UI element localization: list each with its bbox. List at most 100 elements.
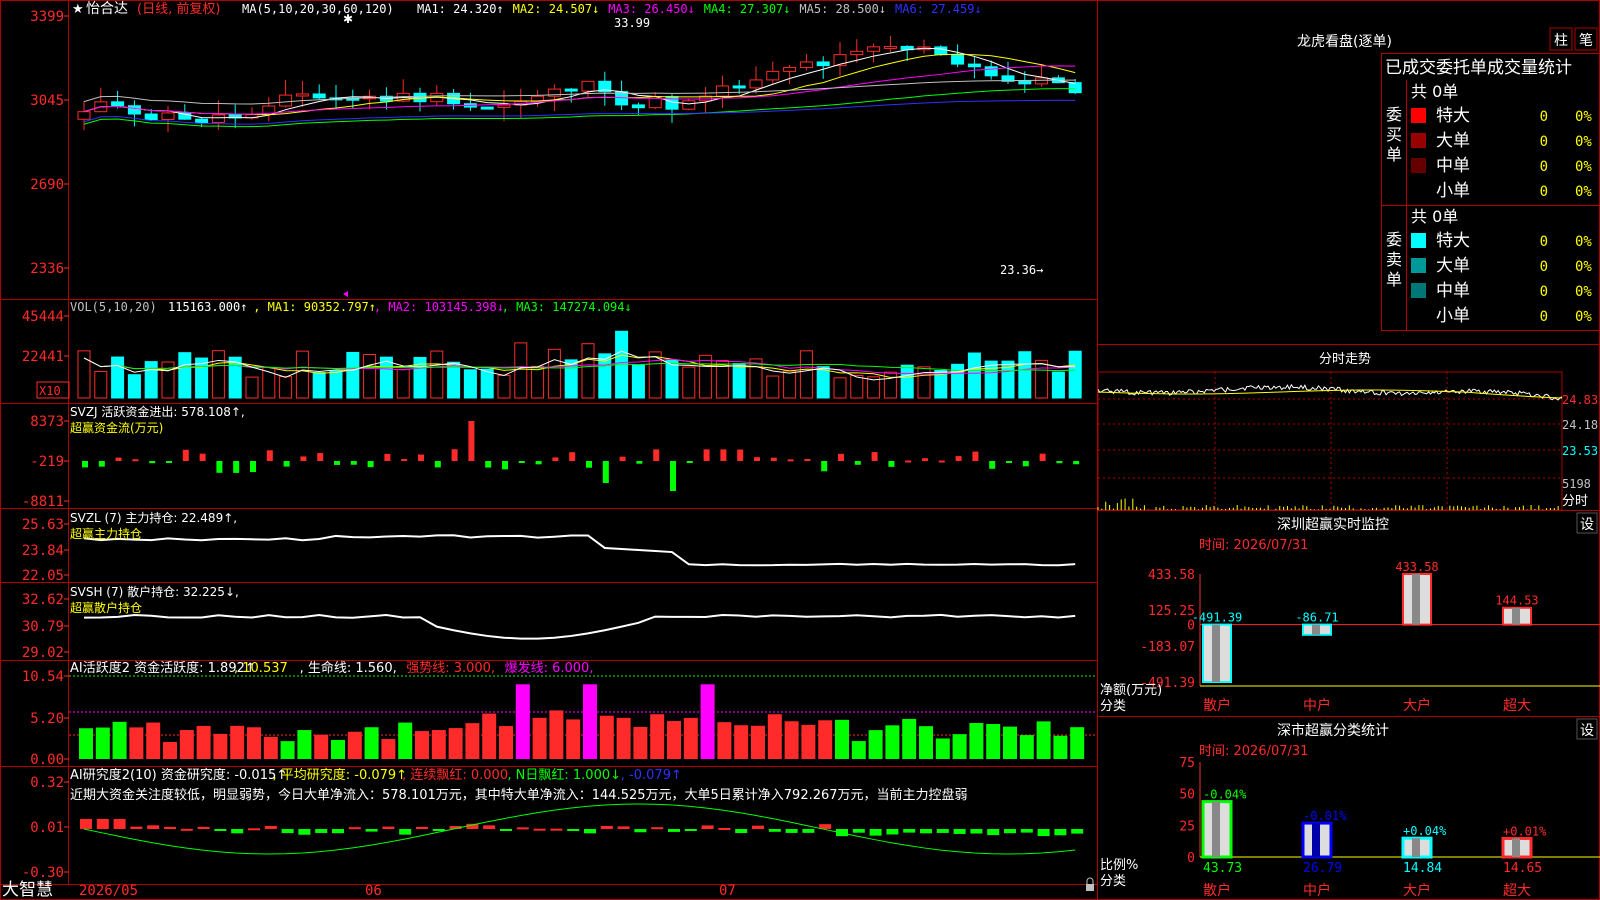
svzj-panel[interactable]: 8373 -219 -8811 SVZJ 活跃资金进出: 578.108↑, 超赢资…: [22, 404, 1080, 510]
vol-value-3: , MA3: 147274.094↓: [502, 300, 632, 314]
sell-row-count-3: 0: [1540, 309, 1548, 325]
svzj-tick-1: -219: [30, 454, 64, 470]
app-logo[interactable]: 大智慧: [2, 880, 53, 900]
classify-stats-panel[interactable]: 深市超赢分类统计 设 时间: 2026/07/31 75 50 25 0 -0.04% 4…: [1100, 718, 1600, 899]
ar-bar-26: [516, 827, 529, 830]
ar-bar-30: [584, 829, 596, 834]
sell-side-label-0: 委: [1386, 230, 1402, 249]
svzj-bar-9: [233, 461, 240, 473]
ai-research-panel[interactable]: 0.32 0.01 -0.30 AI研究度2(10) 资金研究度: -0.015↑,…: [22, 767, 1084, 881]
ar-bar-56: [1020, 829, 1033, 833]
volume-bar-26: [514, 342, 528, 399]
ar-bar-12: [281, 829, 294, 834]
volume-bar-16: [346, 351, 360, 399]
intraday-price-line: [1097, 383, 1563, 401]
monitor-bar-label-3: 144.53: [1495, 594, 1538, 608]
svzl-panel[interactable]: 25.6323.8422.05 SVZL (7) 主力持仓: 22.489↑, …: [22, 510, 1076, 584]
svzj-bar-1: [98, 461, 105, 467]
sell-row-pct-0: 0%: [1575, 234, 1592, 250]
monitor-bar-label-2: 433.58: [1395, 560, 1438, 574]
svzj-bar-7: [199, 453, 206, 461]
lock-icon[interactable]: [1086, 884, 1094, 891]
svzj-bar-53: [972, 451, 979, 461]
sell-row-name-3: 小单: [1436, 306, 1470, 326]
svzj-bar-28: [552, 457, 559, 461]
ar-bar-15: [332, 829, 344, 834]
ai-bar-49: [902, 718, 917, 759]
svzj-bar-30: [586, 461, 592, 468]
sell-row-pct-1: 0%: [1575, 259, 1592, 275]
classify-change-1: -0.01%: [1303, 809, 1347, 823]
monitor-category-3: 超大: [1503, 698, 1531, 714]
svzj-bar-11: [266, 450, 273, 461]
buy-side-label-0: 委: [1386, 105, 1402, 124]
star-icon[interactable]: ★: [72, 2, 84, 17]
ai-bar-54: [986, 724, 1001, 759]
svsh-panel[interactable]: 32.6230.7929.02 SVSH (7) 散户持仓: 32.225↓, …: [22, 584, 1076, 661]
svzj-bar-35: [670, 461, 676, 491]
buy-row-name-2: 中单: [1436, 156, 1470, 176]
ai-bar-9: [230, 725, 245, 759]
kline-panel[interactable]: 3399 3045 2690 2336 ★ 怡合达 (日线, 前复权) MA(5,10…: [30, 1, 1082, 277]
candle-2: [111, 101, 125, 107]
ai-bar-11: [263, 736, 278, 759]
svzj-bar-32: [619, 456, 626, 461]
ai-activity-panel[interactable]: 10.54 5.20 0.00 AI活跃度2 资金活跃度: 1.892↑, 10.5…: [22, 660, 1097, 768]
ai-bar-30: [583, 684, 597, 759]
volume-bars: [77, 330, 1082, 399]
kline-mode[interactable]: (日线, 前复权): [137, 1, 220, 17]
dragon-tabs[interactable]: 已成交委托单成交量统计: [1385, 58, 1572, 78]
svzj-bar-56: [1022, 461, 1029, 467]
classify-category-1: 中户: [1303, 882, 1331, 899]
ar-bar-38: [718, 828, 731, 831]
svzj-bar-15: [334, 461, 340, 465]
ar-bar-14: [315, 829, 328, 833]
ar-bar-28: [550, 828, 563, 831]
dragon-tiger-panel[interactable]: 龙虎看盘(逐单) 柱 笔 已成交委托单成交量统计 共 0单委买单特大 0 0%大单 0…: [1297, 27, 1598, 326]
svzj-subtitle: 超赢资金流(万元): [70, 420, 163, 435]
candle-42: [783, 67, 797, 72]
classify-change-3: +0.01%: [1503, 824, 1547, 838]
ai-bar-36: [683, 717, 698, 759]
volume-bar-28: [547, 348, 561, 399]
svzl-polyline: [83, 534, 1076, 567]
volume-bar-14: [312, 372, 326, 399]
stroke-view-label: 笔: [1579, 33, 1593, 49]
sell-row-count-0: 0: [1540, 234, 1548, 250]
sell-row-swatch-3: [1411, 308, 1426, 323]
candle-3: [127, 105, 141, 115]
ar-bar-39: [735, 829, 748, 834]
ai-bar-37: [700, 684, 715, 759]
ar-title-part-0: AI研究度2(10) 资金研究度: -0.015↑: [70, 767, 287, 783]
ar-bar-18: [382, 826, 395, 829]
svzj-bar-57: [1039, 453, 1046, 461]
svzj-bar-21: [434, 461, 441, 468]
ar-bar-48: [886, 829, 899, 835]
realtime-monitor-panel[interactable]: 深圳超赢实时监控 设 时间: 2026/07/31 433.58125.250-…: [1100, 512, 1600, 714]
monitor-bar-shade-3: [1512, 607, 1520, 625]
vol-values: 115163.000↑ , MA1: 90352.797↑, MA2: 10314…: [168, 300, 632, 314]
classify-chart: 75 50 25 0 -0.04% 43.73 散户 -0.01% 26.79 中户 +0.04% 1…: [1179, 756, 1600, 899]
column-view-label: 柱: [1554, 33, 1568, 49]
svsh-tick-1: 30.79: [22, 619, 64, 635]
volume-panel[interactable]: 45444 22441 VOL(5,10,20) 115163.000↑ , MA1…: [22, 300, 1082, 399]
ar-bar-33: [634, 829, 647, 833]
classify-value-2: 14.84: [1403, 861, 1442, 876]
intraday-chart: [1097, 371, 1563, 511]
svzj-bar-16: [350, 461, 357, 465]
ma-value-6: MA6: 27.459↓: [895, 2, 982, 16]
buy-row-pct-2: 0%: [1575, 159, 1592, 175]
svsh-line: [83, 613, 1076, 640]
volume-bar-57: [1035, 359, 1049, 399]
ai-bar-43: [801, 724, 816, 759]
ai-bar-29: [566, 719, 581, 759]
candle-33: [631, 104, 645, 109]
intraday-panel[interactable]: 分时走势 24.83 24.18 23.53 5198 分时: [1097, 351, 1598, 511]
candle-59: [1068, 82, 1082, 94]
volume-bar-50: [917, 366, 931, 399]
ar-bar-46: [852, 829, 865, 833]
ar-bar-31: [600, 825, 613, 829]
stock-name[interactable]: 怡合达: [86, 1, 128, 17]
ar-bar-21: [432, 829, 445, 831]
ar-bar-13: [298, 829, 311, 835]
